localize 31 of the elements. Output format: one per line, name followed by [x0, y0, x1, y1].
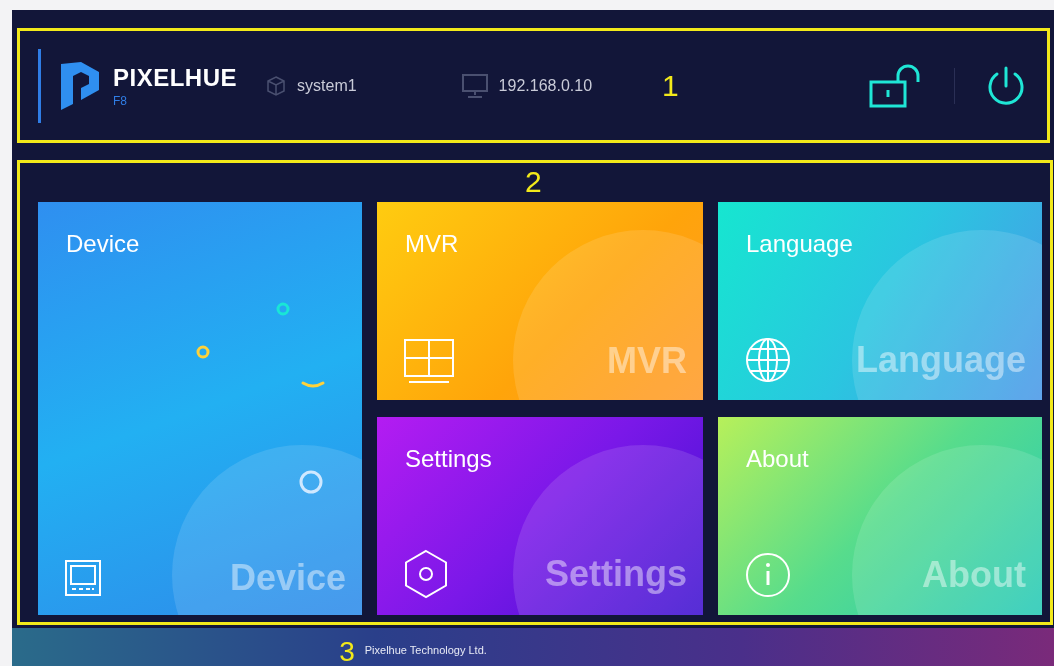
annotation-number: 2: [525, 167, 542, 197]
ip-address: 192.168.0.10: [498, 76, 593, 95]
tile-watermark: Language: [856, 339, 1026, 381]
tile-title: Language: [746, 230, 854, 258]
tile-title: Device: [66, 230, 141, 258]
annotation-number: 1: [662, 70, 679, 101]
grid-screen-icon: [403, 338, 455, 384]
menu-tile[interactable]: Device Device: [38, 202, 362, 615]
tile-watermark: Device: [229, 557, 346, 599]
monitor-icon: [64, 559, 102, 597]
brand-name: PIXELHUE: [113, 63, 238, 92]
tile-watermark: About: [922, 554, 1026, 596]
system-name: system1: [297, 76, 357, 95]
menu-tile[interactable]: About About: [718, 417, 1042, 615]
monitor-icon: [460, 72, 489, 99]
tile-title: About: [746, 445, 810, 473]
company-name: Pixelhue Technology Ltd.: [364, 644, 487, 656]
globe-icon: [744, 336, 792, 384]
power-icon[interactable]: [985, 64, 1027, 107]
annotation-number: 3: [339, 638, 355, 666]
tile-title: MVR: [405, 230, 460, 258]
cube-icon: [265, 74, 288, 97]
hexagon-settings-icon: [403, 549, 449, 599]
model-label: F8: [113, 93, 128, 108]
menu-tile[interactable]: Settings Settings: [377, 417, 703, 615]
tile-title: Settings: [405, 445, 493, 473]
menu-tile[interactable]: MVR MVR: [377, 202, 703, 400]
tile-watermark: MVR: [607, 340, 687, 382]
info-icon: [744, 551, 792, 599]
menu-tile[interactable]: Language Language: [718, 202, 1042, 400]
tile-watermark: Settings: [545, 553, 687, 595]
